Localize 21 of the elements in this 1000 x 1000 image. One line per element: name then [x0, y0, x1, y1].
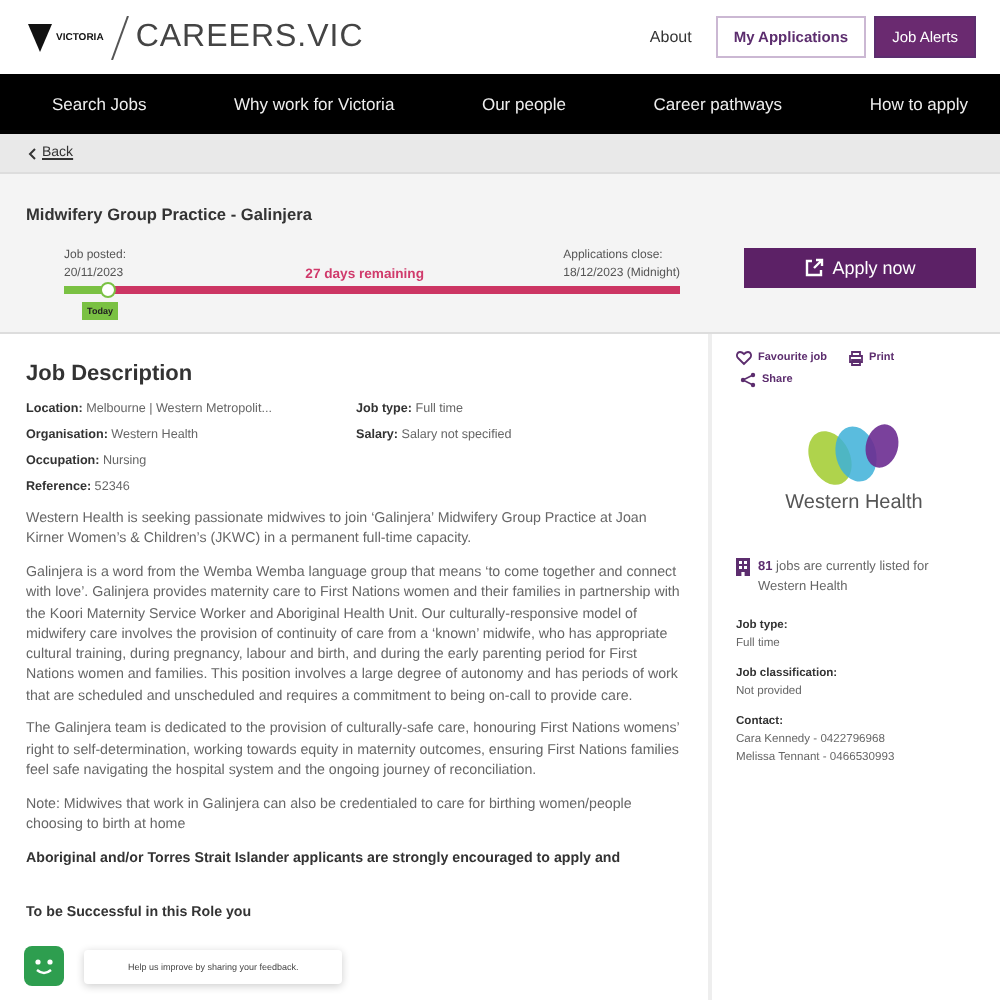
about-link[interactable]: About [649, 28, 692, 46]
progress-knob [99, 282, 116, 298]
nav-link[interactable]: Why work for Victoria [234, 94, 395, 114]
nav-link[interactable]: Our people [481, 94, 567, 114]
job-title: Midwifery Group Practice - Galinjera [26, 204, 312, 224]
apply-button[interactable]: Apply now [744, 248, 976, 288]
slash-icon [109, 15, 130, 59]
triangle-icon [28, 23, 52, 51]
smiley-icon [24, 946, 64, 986]
employer-name: Western Health [785, 492, 923, 514]
section-heading: Job Description [26, 362, 193, 386]
site-name: CAREERS.VIC [135, 19, 364, 55]
nav-link[interactable]: Career pathways [653, 94, 783, 114]
heart-icon [736, 350, 752, 366]
chevron-icon [28, 147, 36, 159]
building-icon [736, 558, 750, 576]
nav-link[interactable]: Search Jobs [52, 94, 147, 114]
external-link-icon [804, 258, 825, 278]
nav-link[interactable]: How to apply [869, 94, 968, 114]
printer-icon [847, 350, 864, 366]
share-icon [740, 372, 756, 388]
